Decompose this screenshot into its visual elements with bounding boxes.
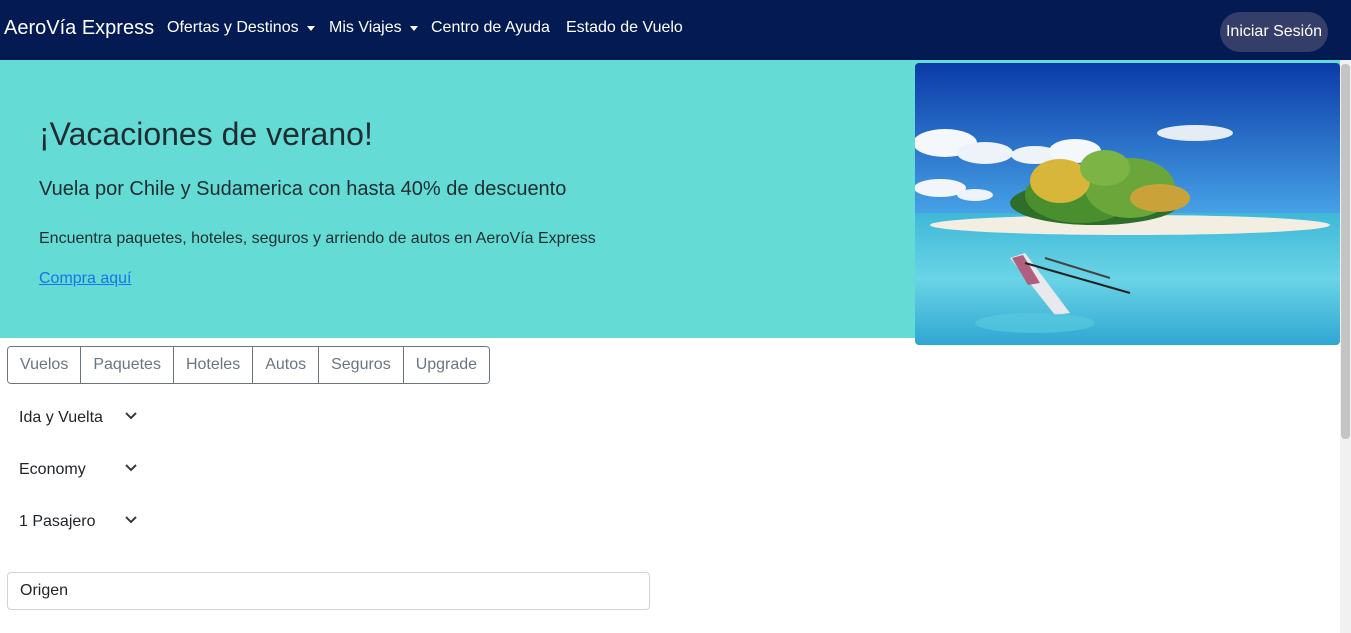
- buy-here-link[interactable]: Compra aquí: [39, 270, 132, 288]
- cabin-class-value: Economy: [19, 461, 86, 478]
- chevron-down-icon: [125, 464, 137, 472]
- nav-item-label: Centro de Ayuda: [431, 19, 550, 36]
- login-button[interactable]: Iniciar Sesión: [1220, 12, 1328, 52]
- tab-autos[interactable]: Autos: [253, 347, 320, 383]
- tab-upgrade[interactable]: Upgrade: [403, 347, 490, 383]
- passengers-select[interactable]: 1 Pasajero: [19, 513, 144, 531]
- nav-item-label: Mis Viajes: [329, 19, 402, 36]
- booking-tabs: Vuelos Paquetes Hoteles Autos Seguros Up…: [7, 346, 491, 384]
- nav-mis-viajes[interactable]: Mis Viajes: [329, 19, 418, 37]
- nav-estado-vuelo[interactable]: Estado de Vuelo: [566, 19, 683, 37]
- island-photo-icon: [915, 63, 1340, 345]
- passengers-value: 1 Pasajero: [19, 513, 96, 530]
- tab-vuelos[interactable]: Vuelos: [8, 347, 82, 383]
- hero-description: Encuentra paquetes, hoteles, seguros y a…: [39, 230, 596, 247]
- scrollbar-thumb[interactable]: [1341, 64, 1350, 439]
- caret-down-icon: [306, 25, 315, 31]
- hero-title: ¡Vacaciones de verano!: [39, 116, 373, 152]
- trip-type-select[interactable]: Ida y Vuelta: [19, 409, 144, 427]
- origin-value: Origen: [20, 582, 69, 599]
- brand-logo[interactable]: AeroVía Express: [4, 17, 154, 40]
- nav-ofertas-destinos[interactable]: Ofertas y Destinos: [167, 19, 315, 37]
- tab-paquetes[interactable]: Paquetes: [81, 347, 174, 383]
- trip-type-value: Ida y Vuelta: [19, 409, 103, 426]
- tab-seguros[interactable]: Seguros: [319, 347, 404, 383]
- nav-centro-ayuda[interactable]: Centro de Ayuda: [431, 19, 550, 37]
- cabin-class-select[interactable]: Economy: [19, 461, 144, 479]
- nav-item-label: Ofertas y Destinos: [167, 19, 299, 36]
- nav-item-label: Estado de Vuelo: [566, 19, 683, 36]
- chevron-down-icon: [125, 516, 137, 524]
- chevron-down-icon: [125, 412, 137, 420]
- top-navbar: AeroVía Express Ofertas y Destinos Mis V…: [0, 0, 1351, 60]
- caret-down-icon: [409, 25, 418, 31]
- origin-input[interactable]: Origen: [7, 572, 650, 610]
- hero-subtitle: Vuela por Chile y Sudamerica con hasta 4…: [39, 178, 567, 200]
- tab-hoteles[interactable]: Hoteles: [173, 347, 254, 383]
- tropical-island-image: [915, 63, 1340, 345]
